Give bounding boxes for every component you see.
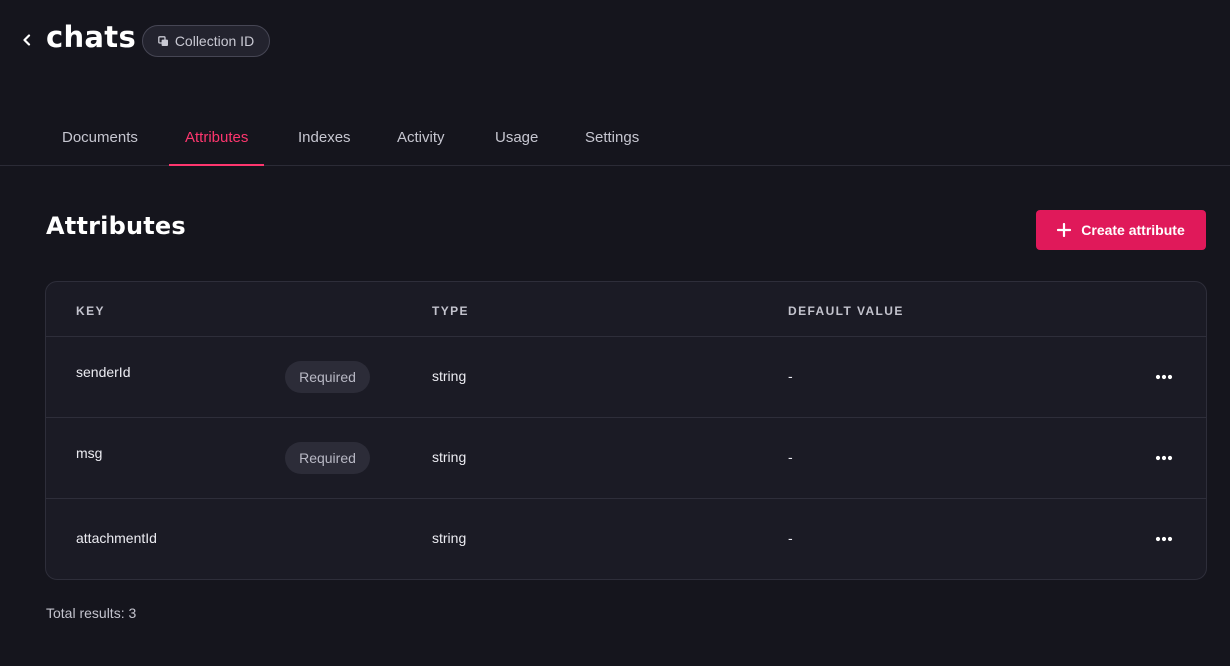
table-row[interactable]: msg Required string - — [46, 418, 1206, 499]
attribute-default-value: - — [788, 368, 793, 384]
table-row[interactable]: senderId Required string - — [46, 337, 1206, 418]
column-header-type: TYPE — [432, 304, 469, 318]
attribute-key: senderId — [76, 364, 131, 380]
attribute-type: string — [432, 530, 467, 546]
tab-attributes[interactable]: Attributes — [169, 112, 265, 166]
tab-indexes[interactable]: Indexes — [282, 112, 367, 165]
tab-label: Attributes — [185, 128, 249, 146]
attribute-type: string — [432, 449, 467, 465]
tab-settings[interactable]: Settings — [569, 112, 655, 165]
tab-label: Usage — [495, 128, 539, 146]
attribute-key: msg — [76, 445, 103, 461]
tab-label: Indexes — [298, 128, 351, 146]
section-title: Attributes — [46, 212, 186, 240]
tab-label: Documents — [62, 128, 138, 146]
more-horizontal-icon — [1155, 536, 1173, 542]
row-menu-button[interactable] — [1149, 527, 1179, 551]
required-badge: Required — [285, 361, 370, 393]
row-menu-button[interactable] — [1149, 365, 1179, 389]
tab-label: Settings — [585, 128, 640, 146]
attribute-default-value: - — [788, 530, 793, 546]
create-attribute-button[interactable]: Create attribute — [1036, 210, 1206, 250]
total-results: Total results: 3 — [46, 605, 137, 621]
attribute-key: attachmentId — [76, 530, 157, 546]
attributes-table: KEY TYPE DEFAULT VALUE senderId Required… — [45, 281, 1207, 580]
copy-icon — [157, 35, 168, 46]
table-header: KEY TYPE DEFAULT VALUE — [46, 282, 1206, 337]
column-header-default-value: DEFAULT VALUE — [788, 304, 904, 318]
collection-id-button[interactable]: Collection ID — [142, 25, 270, 57]
more-horizontal-icon — [1155, 455, 1173, 461]
create-attribute-label: Create attribute — [1081, 222, 1185, 238]
required-badge: Required — [285, 442, 370, 474]
tab-usage[interactable]: Usage — [479, 112, 554, 165]
column-header-key: KEY — [76, 304, 105, 318]
attribute-type: string — [432, 368, 467, 384]
tab-activity[interactable]: Activity — [381, 112, 461, 165]
chevron-left-icon — [23, 34, 31, 46]
tab-label: Activity — [397, 128, 445, 146]
page-title: chats — [46, 20, 137, 54]
tab-bar: Documents Attributes Indexes Activity Us… — [0, 112, 1230, 166]
plus-icon — [1057, 223, 1072, 237]
back-button[interactable] — [16, 28, 38, 52]
tab-documents[interactable]: Documents — [46, 112, 154, 165]
more-horizontal-icon — [1155, 374, 1173, 380]
table-row[interactable]: attachmentId string - — [46, 499, 1206, 579]
collection-id-label: Collection ID — [174, 33, 255, 49]
page-header: chats Collection ID — [0, 0, 1230, 84]
attribute-default-value: - — [788, 449, 793, 465]
row-menu-button[interactable] — [1149, 446, 1179, 470]
